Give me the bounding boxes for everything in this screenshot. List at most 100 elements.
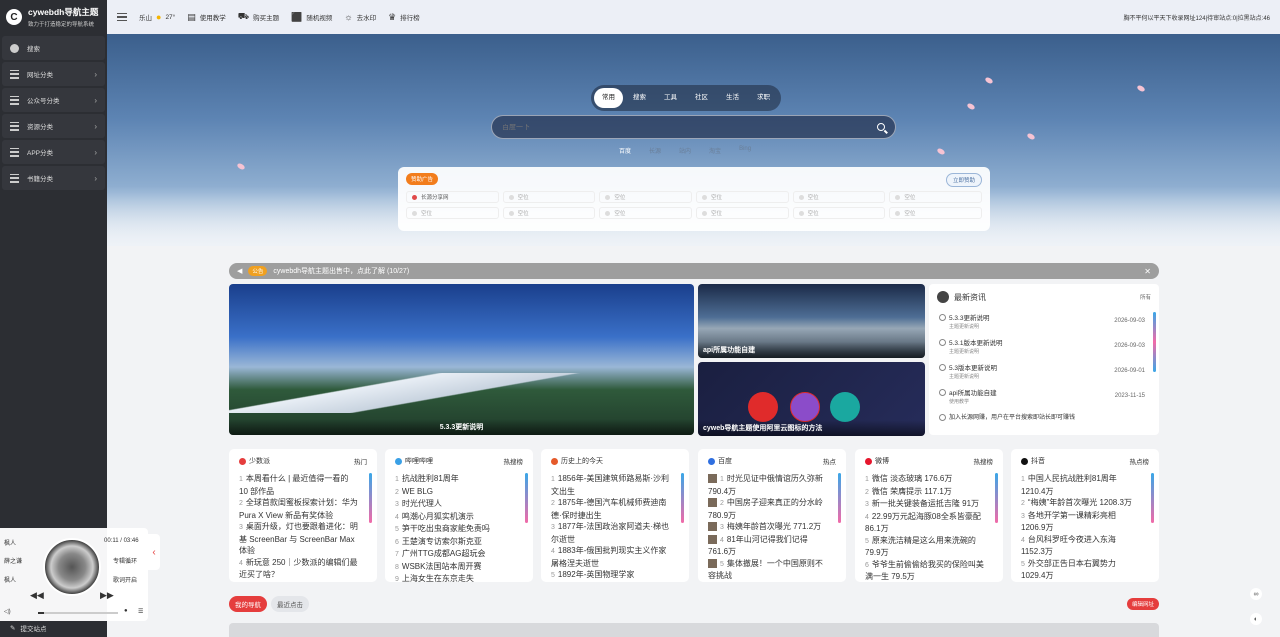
search-icon[interactable] — [877, 123, 885, 131]
search-tab-life[interactable]: 生活 — [718, 88, 747, 108]
news-item[interactable]: api所属功能自建 使用教学 2023-11-15 — [937, 387, 1151, 405]
ad-slot[interactable]: 空位 — [889, 207, 982, 219]
ad-slot[interactable]: 长源分享网 — [406, 191, 499, 203]
list-item[interactable]: 2 中国房子迎来真正的分水岭 780.9万 — [708, 497, 828, 521]
list-item[interactable]: 4 22.99万元起海豚08全系皆豪配 86.1万 — [865, 511, 985, 535]
topbar-link-buy-theme[interactable]: ⛟ 购买主题 — [238, 11, 279, 23]
list-item[interactable]: 5 集体撤展！一个中国原则不容挑战 — [708, 558, 828, 582]
list-item[interactable]: 5 外交部正告日本右翼势力 1029.4万 — [1021, 558, 1141, 582]
topbar-link-watermark[interactable]: ☼ 去水印 — [344, 12, 376, 22]
scrollbar[interactable] — [838, 473, 841, 523]
engine-bing[interactable]: Bing — [739, 146, 751, 155]
engine-site[interactable]: 站内 — [679, 146, 691, 155]
sidebar-item-app-category[interactable]: APP分类 › — [2, 140, 105, 164]
ad-slot[interactable]: 空位 — [792, 191, 886, 203]
list-item[interactable]: 4 81年山河记得我们记得 761.6万 — [708, 534, 828, 558]
loop-mode[interactable]: 专辑循环 — [113, 556, 137, 565]
engine-changyuan[interactable]: 长源 — [649, 146, 661, 155]
ad-slot[interactable]: 空位 — [889, 191, 982, 203]
weather-widget[interactable]: 乐山 ● 27° — [139, 12, 175, 22]
scrollbar[interactable] — [995, 473, 998, 523]
volume-icon[interactable]: ◁) — [4, 608, 11, 615]
scrollbar[interactable] — [1153, 312, 1156, 372]
news-item[interactable]: 5.3.3更新说明 主题更新说明 2026-09-03 — [937, 312, 1151, 330]
search-tab-search[interactable]: 搜索 — [625, 88, 654, 108]
list-item[interactable]: 3 时光代理人 — [395, 498, 515, 511]
sidebar-item-book-category[interactable]: 书籍分类 › — [2, 166, 105, 190]
list-item[interactable]: 3 1877年-法国政治家阿道夫·梯也尔逝世 — [551, 521, 671, 545]
news-item[interactable]: 5.3版本更新说明 主题更新说明 2026-09-01 — [937, 362, 1151, 380]
list-item[interactable]: 5 原来洗洁精是这么用来洗碗的 79.9万 — [865, 535, 985, 559]
close-icon[interactable]: ✕ — [1144, 267, 1151, 276]
toggle-icon[interactable]: ● — [124, 608, 128, 614]
list-item[interactable]: 7 广州TTG成都AG超玩会 — [395, 548, 515, 561]
list-item[interactable]: 3 各地开学第一课精彩亮相 1206.9万 — [1021, 510, 1141, 534]
sidebar-item-search[interactable]: 搜索 — [2, 36, 105, 60]
list-item[interactable]: 3 桌面升级，灯也要跟着进化：明基 ScreenBar 与 ScreenBar M… — [239, 521, 359, 557]
list-item[interactable]: 2 1875年-德国汽车机械师费迪南德·保时捷出生 — [551, 497, 671, 521]
list-item[interactable]: 4 新玩意 250｜少数派的编辑们最近买了啥？ — [239, 557, 359, 581]
progress-bar[interactable] — [38, 612, 118, 614]
ad-slot[interactable]: 空位 — [695, 207, 789, 219]
topbar-link-ranking[interactable]: ♛ 排行榜 — [388, 12, 420, 23]
ad-slot[interactable]: 空位 — [502, 207, 596, 219]
list-item[interactable]: 2 WE BLG — [395, 486, 515, 499]
list-item[interactable]: 5 笋干吃出虫商家能免责吗 — [395, 523, 515, 536]
topbar-link-random-video[interactable]: ⬛ 随机视频 — [291, 12, 332, 23]
engine-baidu[interactable]: 百度 — [619, 146, 631, 155]
brand-logo[interactable]: C cywebdh导航主题 致力于打造稳定的导航系统 — [0, 0, 107, 34]
list-item[interactable]: 4 台风科罗旺今夜进入东海 1152.3万 — [1021, 534, 1141, 558]
tab-my-nav[interactable]: 我的导航 — [229, 596, 267, 612]
engine-taobao[interactable]: 淘宝 — [709, 146, 721, 155]
list-item[interactable]: 4 鸣潮心月狐实机演示 — [395, 511, 515, 524]
ad-slot[interactable]: 空位 — [599, 207, 692, 219]
scrollbar[interactable] — [681, 473, 684, 523]
link-icon[interactable]: ∞ — [1250, 588, 1262, 600]
list-item[interactable]: 2 “梅姨”年龄首次曝光 1208.3万 — [1021, 497, 1141, 510]
list-item[interactable]: 1 本周看什么 | 最近值得一看的 10 部作品 — [239, 473, 359, 497]
scrollbar[interactable] — [525, 473, 528, 523]
player-collapse-tab[interactable]: ‹ — [148, 534, 160, 570]
search-tab-community[interactable]: 社区 — [687, 88, 716, 108]
list-item[interactable]: 1 1856年-美国建筑师路易斯·沙利文出生 — [551, 473, 671, 497]
sponsor-now-button[interactable]: 立即赞助 — [945, 173, 982, 187]
list-item[interactable]: 3 新一批关键装备运抵吉隆 91万 — [865, 498, 985, 511]
news-item[interactable]: 5.3.1版本更新说明 主题更新说明 2026-09-03 — [937, 337, 1151, 355]
next-icon[interactable]: ▶▶ — [100, 590, 114, 601]
theme-toggle-icon[interactable]: ◐ — [1250, 613, 1262, 625]
sidebar-item-website-category[interactable]: 网址分类 › — [2, 62, 105, 86]
edit-url-button[interactable]: 编辑网址 — [1127, 598, 1160, 610]
ad-slot[interactable]: 空位 — [502, 191, 596, 203]
feature-card-lake[interactable]: api所属功能自建 — [698, 284, 925, 358]
submit-site-link[interactable]: ✎ 提交站点 — [0, 623, 107, 633]
scrollbar[interactable] — [1151, 473, 1154, 523]
search-input[interactable] — [502, 123, 877, 131]
ad-slot[interactable]: 空位 — [792, 207, 886, 219]
ad-slot[interactable]: 空位 — [406, 207, 499, 219]
search-tab-common[interactable]: 常用 — [594, 88, 623, 108]
feature-card-main[interactable]: 5.3.3更新说明 — [229, 284, 694, 435]
list-item[interactable]: 1 中国人民抗战胜利81周年 1210.4万 — [1021, 473, 1141, 497]
list-item[interactable]: 6 爷爷生前偷偷给我买的保险叫美满一生 79.5万 — [865, 559, 985, 583]
list-item[interactable]: 1 抗战胜利81周年 — [395, 473, 515, 486]
list-item[interactable]: 1 微信 淡态玻璃 176.6万 — [865, 473, 985, 486]
tab-recent-clicks[interactable]: 最近点击 — [271, 596, 309, 612]
scrollbar[interactable] — [369, 473, 372, 523]
list-item[interactable]: 3 梅姨年龄首次曝光 771.2万 — [708, 521, 828, 534]
list-item[interactable]: 2 微信 荣膺提示 117.1万 — [865, 486, 985, 499]
feature-card-icons[interactable]: cyweb导航主题使用阿里云图标的方法 — [698, 362, 925, 436]
list-item[interactable]: 4 1883年-俄国批判现实主义作家屠格涅夫逝世 — [551, 545, 671, 569]
list-item[interactable]: 5 1892年-英国物理学家 — [551, 569, 671, 582]
list-item[interactable]: 8 WSBK法国站本周开赛 — [395, 561, 515, 574]
list-item[interactable]: 2 全球首款闺蜜板探索计划：华为 Pura X View 新品有奖体验 — [239, 497, 359, 521]
search-tab-tools[interactable]: 工具 — [656, 88, 685, 108]
topbar-link-tutorial[interactable]: ▤ 使用教学 — [187, 12, 226, 23]
sidebar-item-resource-category[interactable]: 资源分类 › — [2, 114, 105, 138]
news-item[interactable]: 加入长源网赚，用户在平台搜索即站长即可赚钱 — [937, 412, 1151, 421]
playlist-icon[interactable]: ☰ — [138, 608, 143, 615]
previous-icon[interactable]: ◀◀ — [30, 590, 44, 601]
list-item[interactable]: 1 时光见证中俄情谊历久弥新 790.4万 — [708, 473, 828, 497]
menu-toggle-icon[interactable] — [117, 13, 127, 21]
ad-slot[interactable]: 空位 — [695, 191, 789, 203]
news-all-link[interactable]: 所有 — [1140, 293, 1151, 301]
